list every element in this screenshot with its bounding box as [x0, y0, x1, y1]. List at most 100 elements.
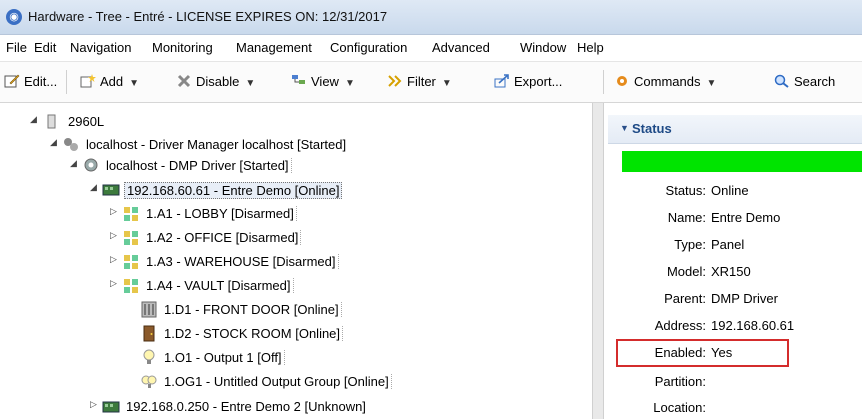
- property-key: Status:: [665, 183, 706, 198]
- tree-node-output[interactable]: 1.O1 - Output 1 [Off]: [130, 348, 390, 368]
- tree-node-area[interactable]: ▷ 1.A3 - WAREHOUSE [Disarmed]: [110, 252, 410, 272]
- tree-node-output-group[interactable]: 1.OG1 - Untitled Output Group [Online]: [130, 372, 470, 392]
- tree-node-label: 192.168.60.61 - Entre Demo [Online]: [124, 182, 343, 199]
- export-icon: [494, 74, 509, 88]
- window-title: Hardware - Tree - Entré - LICENSE EXPIRE…: [28, 9, 388, 24]
- status-indicator-bar: [622, 151, 862, 172]
- menu-edit[interactable]: Edit: [34, 40, 56, 55]
- panel-icon: [102, 401, 120, 413]
- collapse-arrow-icon[interactable]: ◢: [90, 182, 97, 193]
- area-icon: [124, 255, 138, 269]
- menu-configuration[interactable]: Configuration: [330, 40, 407, 55]
- tree-node-area[interactable]: ▷ 1.A2 - OFFICE [Disarmed]: [110, 228, 370, 248]
- output-group-icon: [141, 375, 157, 388]
- panel-icon: [102, 184, 120, 196]
- export-button[interactable]: Export...: [494, 74, 562, 89]
- tree-node-label: localhost - Driver Manager localhost [St…: [86, 137, 347, 152]
- add-label: Add: [100, 74, 124, 89]
- expand-arrow-icon[interactable]: ▷: [110, 230, 117, 241]
- menu-file[interactable]: File: [6, 40, 27, 55]
- property-value: 192.168.60.61: [711, 318, 795, 333]
- tree-node-dmp-driver[interactable]: ◢ localhost - DMP Driver [Started]: [70, 156, 360, 176]
- enabled-highlight-box: [616, 339, 789, 367]
- tree-node-label: 1.A2 - OFFICE [Disarmed]: [144, 230, 302, 245]
- area-icon: [124, 279, 138, 293]
- edit-icon: [4, 74, 20, 88]
- property-key: Parent:: [664, 291, 706, 306]
- tree-node-door[interactable]: 1.D2 - STOCK ROOM [Online]: [130, 324, 390, 344]
- search-label: Search: [794, 74, 836, 89]
- tree-node-label: 1.A1 - LOBBY [Disarmed]: [144, 206, 297, 221]
- tree-node-panel[interactable]: ▷ 192.168.0.250 - Entre Demo 2 [Unknown]: [90, 397, 430, 417]
- menu-management[interactable]: Management: [236, 40, 312, 55]
- property-value: Entre Demo: [711, 210, 781, 225]
- driver-icon: [84, 158, 98, 172]
- property-value: DMP Driver: [711, 291, 778, 306]
- tree-node-label: 1.D2 - STOCK ROOM [Online]: [162, 326, 344, 341]
- commands-button[interactable]: Commands ▼: [614, 74, 716, 89]
- door-icon: [141, 301, 157, 318]
- tree-node-label: localhost - DMP Driver [Started]: [104, 158, 292, 173]
- driver-manager-icon: [64, 138, 78, 151]
- add-icon: [80, 74, 96, 88]
- lightbulb-icon: [143, 349, 155, 364]
- menu-advanced[interactable]: Advanced: [432, 40, 490, 55]
- menu-window[interactable]: Window: [520, 40, 566, 55]
- property-key: Location:: [653, 400, 706, 415]
- tree-node-area[interactable]: ▷ 1.A4 - VAULT [Disarmed]: [110, 276, 370, 296]
- hardware-tree: ◢ 2960L ◢ localhost - Driver Manager loc…: [0, 103, 592, 419]
- pane-splitter[interactable]: [592, 103, 604, 419]
- tree-node-driver-manager[interactable]: ◢ localhost - Driver Manager localhost […: [50, 135, 430, 155]
- property-key: Type:: [674, 237, 706, 252]
- tree-node-label: 1.O1 - Output 1 [Off]: [162, 350, 285, 365]
- property-key: Address:: [654, 318, 706, 333]
- filter-button[interactable]: Filter ▼: [387, 74, 452, 89]
- property-value: Panel: [711, 237, 745, 252]
- property-location: Location:: [605, 400, 862, 418]
- property-model: Model: XR150: [605, 264, 862, 282]
- chevron-down-icon[interactable]: ▼: [706, 78, 716, 89]
- collapse-arrow-icon[interactable]: ◢: [30, 114, 37, 125]
- menu-help[interactable]: Help: [577, 40, 604, 55]
- tree-node-root[interactable]: ◢ 2960L: [30, 112, 230, 132]
- expand-arrow-icon[interactable]: ▷: [110, 278, 117, 289]
- expand-arrow-icon[interactable]: ▷: [90, 399, 97, 410]
- search-button[interactable]: Search: [774, 74, 835, 89]
- export-label: Export...: [514, 74, 563, 89]
- tree-node-panel[interactable]: ◢ 192.168.60.61 - Entre Demo [Online]: [90, 180, 390, 200]
- tree-node-label: 1.A4 - VAULT [Disarmed]: [144, 278, 294, 293]
- menu-monitoring[interactable]: Monitoring: [152, 40, 213, 55]
- chevron-down-icon[interactable]: ▼: [129, 78, 139, 89]
- edit-button[interactable]: Edit...: [4, 74, 57, 89]
- add-button[interactable]: Add ▼: [80, 74, 139, 89]
- edit-label: Edit...: [24, 74, 58, 89]
- tree-node-label: 1.A3 - WAREHOUSE [Disarmed]: [144, 254, 339, 269]
- chevron-down-icon[interactable]: ▼: [345, 78, 355, 89]
- collapse-arrow-icon[interactable]: ◢: [50, 137, 57, 148]
- toolbar-separator: [603, 70, 604, 94]
- filter-icon: [388, 75, 402, 87]
- tree-node-door[interactable]: 1.D1 - FRONT DOOR [Online]: [130, 300, 390, 320]
- property-value: XR150: [711, 264, 751, 279]
- collapse-arrow-icon[interactable]: ◢: [70, 158, 77, 169]
- view-button[interactable]: View ▼: [291, 74, 355, 89]
- commands-label: Commands: [634, 74, 701, 89]
- expand-arrow-icon[interactable]: ▷: [110, 206, 117, 217]
- toolbar-separator: [66, 70, 67, 94]
- status-section-header[interactable]: ▼ Status: [608, 115, 862, 144]
- tree-node-label: 192.168.0.250 - Entre Demo 2 [Unknown]: [126, 399, 366, 414]
- menu-navigation[interactable]: Navigation: [70, 40, 131, 55]
- expand-arrow-icon[interactable]: ▷: [110, 254, 117, 265]
- toolbar: Edit... Add ▼ Disable ▼ View ▼ Filter ▼ Expo…: [0, 62, 862, 103]
- tree-node-label: 1.OG1 - Untitled Output Group [Online]: [162, 374, 392, 389]
- chevron-down-icon[interactable]: ▼: [245, 78, 255, 89]
- property-status: Status: Online: [605, 183, 862, 201]
- chevron-down-icon[interactable]: ▼: [442, 78, 452, 89]
- disable-button[interactable]: Disable ▼: [176, 74, 255, 89]
- door-icon: [143, 325, 155, 342]
- tree-node-label: 1.D1 - FRONT DOOR [Online]: [162, 302, 342, 317]
- view-icon: [292, 75, 305, 84]
- collapse-arrow-icon[interactable]: ▼: [620, 123, 629, 133]
- tree-node-area[interactable]: ▷ 1.A1 - LOBBY [Disarmed]: [110, 204, 370, 224]
- property-key: Partition:: [654, 374, 706, 389]
